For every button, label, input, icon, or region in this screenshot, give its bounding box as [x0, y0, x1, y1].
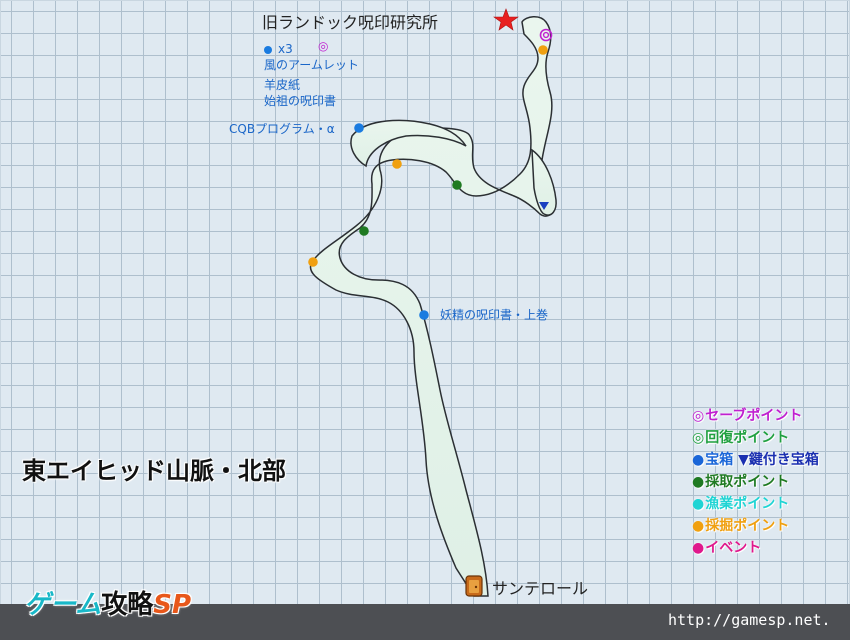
treasure-label-cqb: CQBプログラム・α — [229, 122, 335, 136]
gather-dot-icon[interactable] — [452, 180, 462, 190]
legend-row-mining: ●採掘ポイント — [692, 515, 848, 537]
legend-label: 採取ポイント — [705, 474, 790, 490]
save-point-icon: ◎ — [692, 408, 705, 424]
event-dot-icon: ● — [692, 540, 705, 556]
brand-logo[interactable]: ゲーム攻略SP — [24, 584, 191, 621]
legend-label: 回復ポイント — [705, 430, 790, 446]
region-title: 東エイヒッド山脈・北部 — [22, 457, 286, 485]
locked-chest-icon: ▼ — [738, 452, 749, 468]
brand-part: ゲーム — [24, 590, 102, 620]
loot-item-label: 羊皮紙 — [264, 78, 301, 92]
exit-label: サンテロール — [492, 579, 589, 598]
brand-part: SP — [153, 590, 192, 620]
treasure-dot-icon[interactable] — [419, 310, 429, 320]
mining-dot-icon: ● — [692, 518, 705, 534]
mining-dot-icon[interactable] — [538, 45, 548, 55]
goal-star-icon[interactable] — [493, 8, 519, 31]
legend-row-save: ◎セーブポイント — [692, 405, 848, 427]
legend-row-treasure: ●宝箱 ▼鍵付き宝箱 — [692, 449, 848, 471]
mining-dot-icon[interactable] — [308, 257, 318, 267]
legend-label: 宝箱 — [705, 452, 734, 468]
save-point-icon: ◎ — [318, 39, 329, 53]
legend-label: 採掘ポイント — [705, 518, 790, 534]
treasure-dot-icon: ● — [692, 452, 705, 468]
gather-dot-icon[interactable] — [359, 226, 369, 236]
loot-list-item: x3 — [264, 42, 293, 56]
gather-dot-icon: ● — [692, 474, 705, 490]
map-legend: ◎セーブポイント ◎回復ポイント ●宝箱 ▼鍵付き宝箱 ●採取ポイント ●漁業ポ… — [692, 405, 848, 559]
legend-row-gather: ●採取ポイント — [692, 471, 848, 493]
treasure-dot-icon[interactable] — [354, 123, 364, 133]
loot-count: x3 — [278, 42, 293, 56]
door-icon[interactable] — [465, 575, 483, 597]
location-title: 旧ランドック呪印研究所 — [262, 13, 439, 32]
map-path — [309, 16, 554, 597]
brand-part: 攻略 — [101, 590, 154, 620]
fishing-dot-icon: ● — [692, 496, 705, 512]
loot-item-label: 始祖の呪印書 — [264, 94, 337, 108]
treasure-dot-icon — [264, 45, 272, 54]
legend-row-heal: ◎回復ポイント — [692, 427, 848, 449]
mining-dot-icon[interactable] — [392, 159, 402, 169]
legend-label: 鍵付き宝箱 — [748, 452, 819, 468]
loot-item-label: 風のアームレット — [264, 58, 359, 72]
heal-point-icon: ◎ — [692, 430, 705, 446]
legend-label: イベント — [705, 540, 762, 556]
treasure-label-fairy: 妖精の呪印書・上巻 — [440, 308, 549, 322]
legend-label: セーブポイント — [705, 408, 803, 424]
site-url-link[interactable]: http://gamesp.net. — [668, 611, 831, 629]
legend-row-fishing: ●漁業ポイント — [692, 493, 848, 515]
legend-row-event: ●イベント — [692, 537, 848, 559]
legend-label: 漁業ポイント — [705, 496, 790, 512]
